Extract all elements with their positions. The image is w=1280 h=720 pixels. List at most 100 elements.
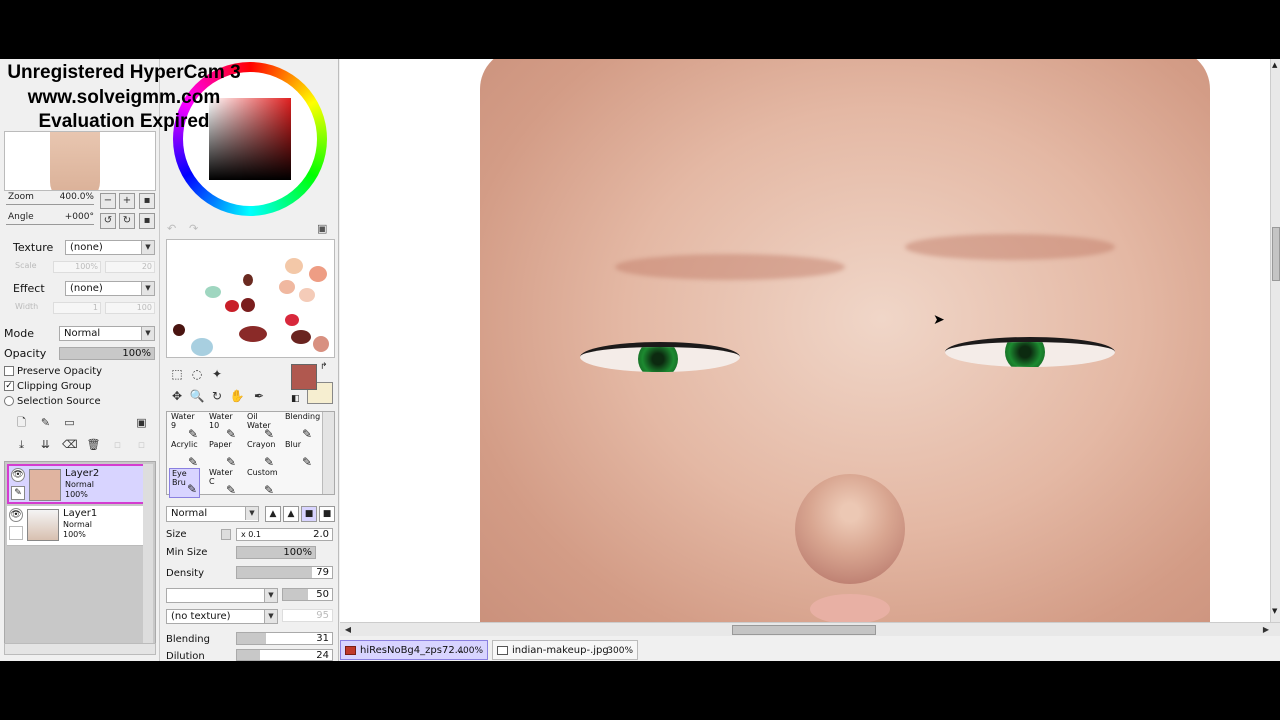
- scale-row: Scale 100% 20: [13, 261, 155, 273]
- density-slider[interactable]: 79: [236, 566, 333, 579]
- layer-mode-select[interactable]: Normal ▼: [59, 326, 155, 341]
- brush-crayon[interactable]: Crayon ✎: [245, 440, 276, 470]
- effect-label: Effect: [13, 282, 45, 295]
- layer-mask-icon[interactable]: ▣: [134, 415, 149, 430]
- eye-icon[interactable]: 👁: [11, 468, 25, 482]
- brush-shape-soft-icon[interactable]: ▲: [265, 506, 281, 522]
- zoom-in-icon[interactable]: +: [119, 193, 135, 209]
- brush-shape-hard-icon[interactable]: ■: [301, 506, 317, 522]
- brush-icon: ✎: [301, 455, 312, 469]
- brush-water-10[interactable]: Water 10 ✎: [207, 412, 238, 442]
- clipping-group-checkbox[interactable]: ✓ Clipping Group: [4, 381, 91, 394]
- texture-select[interactable]: (none) ▼: [65, 240, 155, 255]
- dilution-slider[interactable]: 24: [236, 649, 333, 661]
- drawing-canvas[interactable]: ➤: [340, 59, 1270, 622]
- brush-blur[interactable]: Blur ✎: [283, 440, 314, 470]
- brush-water-c[interactable]: Water C ✎: [207, 468, 238, 498]
- navigator-thumbnail: [50, 132, 100, 190]
- effect-select[interactable]: (none) ▼: [65, 281, 155, 296]
- redo-icon[interactable]: ↷: [189, 222, 198, 235]
- merge-down-icon[interactable]: ⇊: [38, 437, 53, 452]
- radio-button[interactable]: [4, 396, 14, 406]
- tab-name: indian-makeup-.jpg: [512, 645, 609, 656]
- transparent-color-icon[interactable]: ◧: [291, 394, 300, 404]
- brush-acrylic[interactable]: Acrylic ✎: [169, 440, 200, 470]
- primary-color-swatch[interactable]: [291, 364, 317, 390]
- angle-slider[interactable]: Angle +000°: [6, 212, 94, 226]
- zoom-reset-icon[interactable]: ▪: [139, 193, 155, 209]
- brush-blend-mode-select[interactable]: Normal ▼: [166, 506, 259, 522]
- move-icon[interactable]: ✥: [168, 387, 186, 405]
- panel-options-icon[interactable]: ▣: [317, 222, 327, 235]
- density-value: 79: [316, 567, 329, 578]
- rotate-left-icon[interactable]: ↺: [100, 213, 116, 229]
- scale-number: 20: [105, 261, 155, 273]
- tab-hiresnobg4[interactable]: hiResNoBg4_zps72... 400%: [340, 640, 488, 660]
- size-slider[interactable]: x 0.1 2.0: [236, 528, 333, 541]
- zoom-out-icon[interactable]: −: [100, 193, 116, 209]
- left-eye: [580, 342, 740, 372]
- checkbox-checked[interactable]: ✓: [4, 381, 14, 391]
- hscroll-thumb[interactable]: [732, 625, 876, 635]
- brush-water-9[interactable]: Water 9 ✎: [169, 412, 200, 442]
- navigator-preview[interactable]: [4, 131, 156, 191]
- hand-icon[interactable]: ✋: [228, 387, 246, 405]
- left-panel-hscrollbar[interactable]: [4, 643, 156, 655]
- new-layer-icon[interactable]: 🗋: [14, 415, 29, 430]
- lasso-icon[interactable]: ◌: [188, 365, 206, 383]
- canvas-hscrollbar[interactable]: ◀ ▶: [340, 622, 1280, 636]
- pen-icon[interactable]: ✎: [11, 486, 25, 500]
- brush-texture-select[interactable]: (no texture) ▼: [166, 609, 278, 624]
- transfer-down-icon[interactable]: ⤓: [14, 437, 29, 452]
- swap-colors-icon[interactable]: ↱: [320, 362, 328, 372]
- layers-scrollbar[interactable]: [143, 464, 153, 648]
- undo-icon[interactable]: ↶: [167, 222, 176, 235]
- selection-source-radio[interactable]: Selection Source: [4, 396, 101, 409]
- angle-track[interactable]: [6, 224, 94, 225]
- rotate-reset-icon[interactable]: ▪: [139, 213, 155, 229]
- opacity-slider[interactable]: 100%: [59, 347, 155, 360]
- angle-value: +000°: [64, 212, 94, 222]
- vscroll-thumb[interactable]: [1272, 227, 1280, 281]
- layer-row-layer2[interactable]: 👁 ✎ Layer2 Normal 100%: [7, 464, 145, 504]
- tab-indian-makeup[interactable]: indian-makeup-.jpg 300%: [492, 640, 638, 660]
- preserve-opacity-checkbox[interactable]: Preserve Opacity: [4, 366, 102, 379]
- brush-shape-medium-icon[interactable]: ▲: [283, 506, 299, 522]
- rotate-icon[interactable]: ↻: [208, 387, 226, 405]
- trash-icon[interactable]: 🗑: [86, 437, 101, 452]
- zoom-icon[interactable]: 🔍: [188, 387, 206, 405]
- brush-shape-strength[interactable]: 50: [282, 588, 333, 601]
- blending-slider[interactable]: 31: [236, 632, 333, 645]
- brush-shape-select[interactable]: ▼: [166, 588, 278, 603]
- eyedropper-icon[interactable]: ✒: [250, 387, 268, 405]
- eye-icon[interactable]: 👁: [9, 508, 23, 522]
- rotate-right-icon[interactable]: ↻: [119, 213, 135, 229]
- scroll-down-icon[interactable]: ▼: [1272, 607, 1277, 615]
- zoom-track[interactable]: [6, 204, 94, 205]
- checkbox-box[interactable]: [4, 366, 14, 376]
- unlocked-icon[interactable]: [9, 526, 23, 540]
- scratchpad[interactable]: [166, 239, 335, 358]
- brush-oil-water[interactable]: Oil Water ✎: [245, 412, 276, 442]
- magic-wand-icon[interactable]: ✦: [208, 365, 226, 383]
- scroll-right-icon[interactable]: ▶: [1260, 624, 1272, 635]
- brush-shape-square-icon[interactable]: ■: [319, 506, 335, 522]
- clear-layer-icon[interactable]: ⌫: [62, 437, 78, 452]
- brush-grid-scrollbar[interactable]: [322, 412, 334, 494]
- scroll-up-icon[interactable]: ▲: [1272, 61, 1277, 69]
- brush-custom[interactable]: Custom ✎: [245, 468, 278, 498]
- brush-blending[interactable]: Blending ✎: [283, 412, 320, 442]
- layer-row-layer1[interactable]: 👁 Layer1 Normal 100%: [7, 506, 145, 546]
- new-folder-icon[interactable]: ▭: [62, 415, 77, 430]
- zoom-slider[interactable]: Zoom 400.0%: [6, 192, 94, 206]
- hypercam-watermark: Unregistered HyperCam 3 www.solveigmm.co…: [0, 61, 248, 135]
- canvas-vscrollbar[interactable]: ▲ ▼: [1270, 59, 1280, 622]
- brush-eye-bru[interactable]: Eye Bru ✎: [169, 468, 200, 498]
- scroll-left-icon[interactable]: ◀: [342, 624, 354, 635]
- rect-select-icon[interactable]: ⬚: [168, 365, 186, 383]
- size-lock-icon[interactable]: [221, 529, 231, 540]
- brush-paper[interactable]: Paper ✎: [207, 440, 238, 470]
- watermark-line1: Unregistered HyperCam 3: [7, 62, 241, 83]
- min-size-slider[interactable]: 100%: [236, 546, 316, 559]
- new-linework-layer-icon[interactable]: ✎: [38, 415, 53, 430]
